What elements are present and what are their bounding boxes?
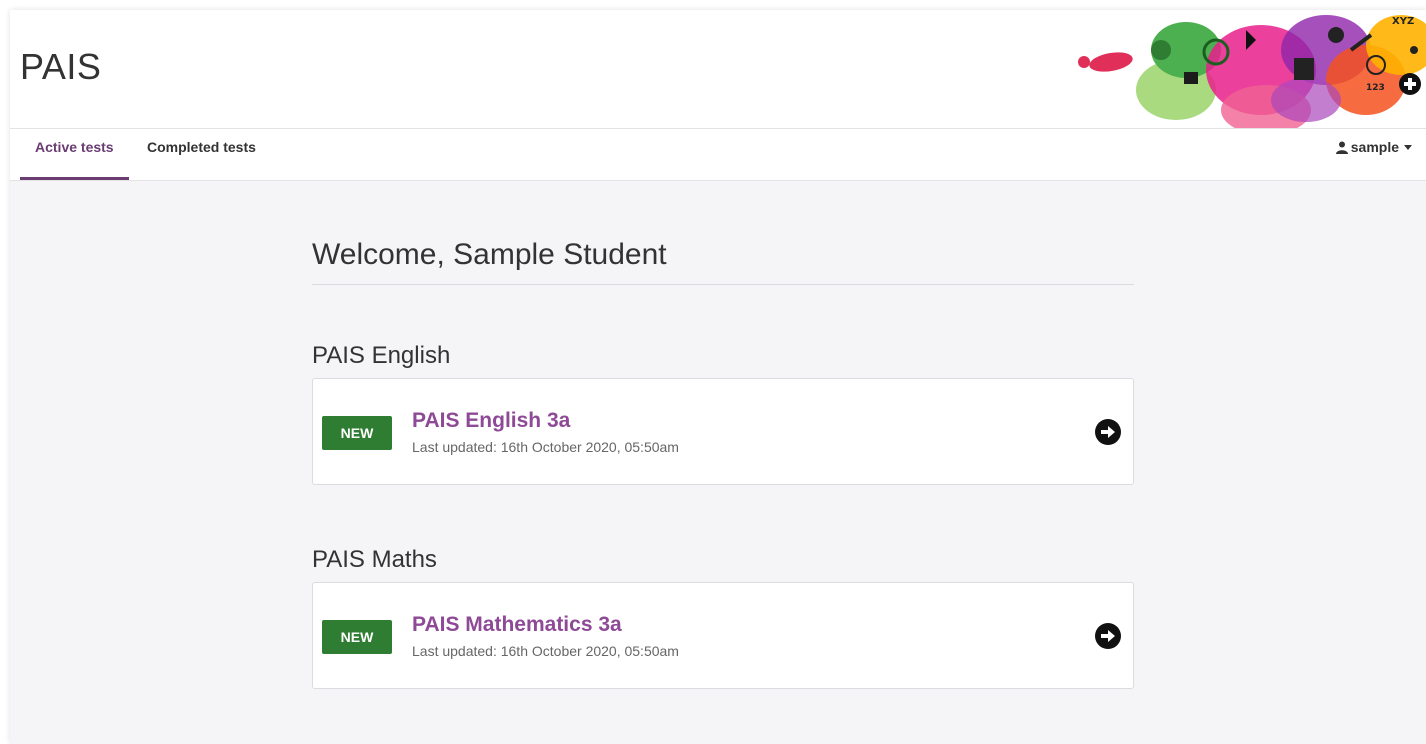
svg-text:XYZ: XYZ — [1392, 16, 1414, 27]
decorative-banner-icon: XYZ 123 — [1078, 15, 1426, 128]
tab-completed-tests[interactable]: Completed tests — [132, 129, 271, 180]
test-title-link[interactable]: PAIS Mathematics 3a — [412, 613, 622, 637]
arrow-circle-right-icon[interactable] — [1094, 418, 1122, 446]
test-card-english[interactable]: NEW PAIS English 3a Last updated: 16th O… — [312, 378, 1134, 485]
navbar: Active tests Completed tests sample — [10, 129, 1426, 181]
app-window: PAIS XYZ 123 Active tests Completed test… — [10, 10, 1426, 744]
app-title: PAIS — [20, 46, 102, 87]
user-menu[interactable]: sample — [1335, 129, 1412, 180]
header: PAIS XYZ 123 — [10, 10, 1426, 129]
test-last-updated: Last updated: 16th October 2020, 05:50am — [412, 439, 679, 455]
user-name: sample — [1350, 139, 1399, 155]
user-icon — [1335, 141, 1348, 154]
welcome-heading: Welcome, Sample Student — [312, 238, 1134, 285]
tab-active-tests[interactable]: Active tests — [20, 129, 129, 180]
arrow-circle-right-icon[interactable] — [1094, 622, 1122, 650]
test-title-link[interactable]: PAIS English 3a — [412, 409, 570, 433]
test-card-maths[interactable]: NEW PAIS Mathematics 3a Last updated: 16… — [312, 582, 1134, 689]
new-badge: NEW — [322, 416, 392, 450]
section-title-english: PAIS English — [312, 342, 451, 369]
svg-text:123: 123 — [1366, 83, 1385, 93]
caret-down-icon — [1404, 145, 1412, 150]
new-badge: NEW — [322, 620, 392, 654]
test-last-updated: Last updated: 16th October 2020, 05:50am — [412, 643, 679, 659]
section-title-maths: PAIS Maths — [312, 546, 437, 573]
